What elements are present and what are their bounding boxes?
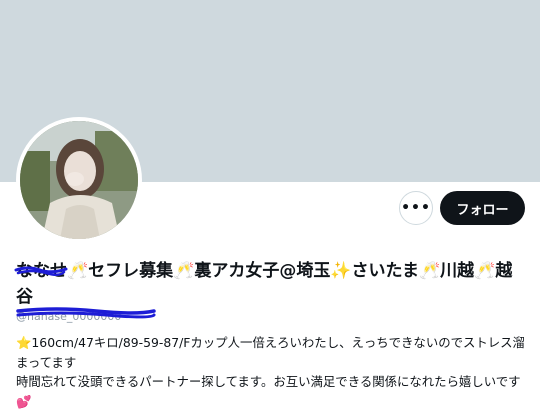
follow-button-label: フォロー xyxy=(456,202,509,218)
redaction-scribble xyxy=(14,266,68,276)
more-icon: ••• xyxy=(401,200,431,216)
avatar-photo xyxy=(20,121,138,239)
more-options-button[interactable]: ••• xyxy=(399,191,433,225)
profile-bio: ⭐160cm/47キロ/89-59-87/Fカップ人一倍えろいわたし、えっちでき… xyxy=(16,335,525,409)
display-name: ななせ🥂セフレ募集🥂裏アカ女子@埼玉✨さいたま🥂川越🥂越谷 xyxy=(16,261,513,307)
handle-row: @nanase_0000000 xyxy=(16,305,156,323)
avatar[interactable] xyxy=(16,117,142,243)
handle-redaction-scribble xyxy=(16,307,156,319)
follow-button[interactable]: フォロー xyxy=(440,191,525,225)
